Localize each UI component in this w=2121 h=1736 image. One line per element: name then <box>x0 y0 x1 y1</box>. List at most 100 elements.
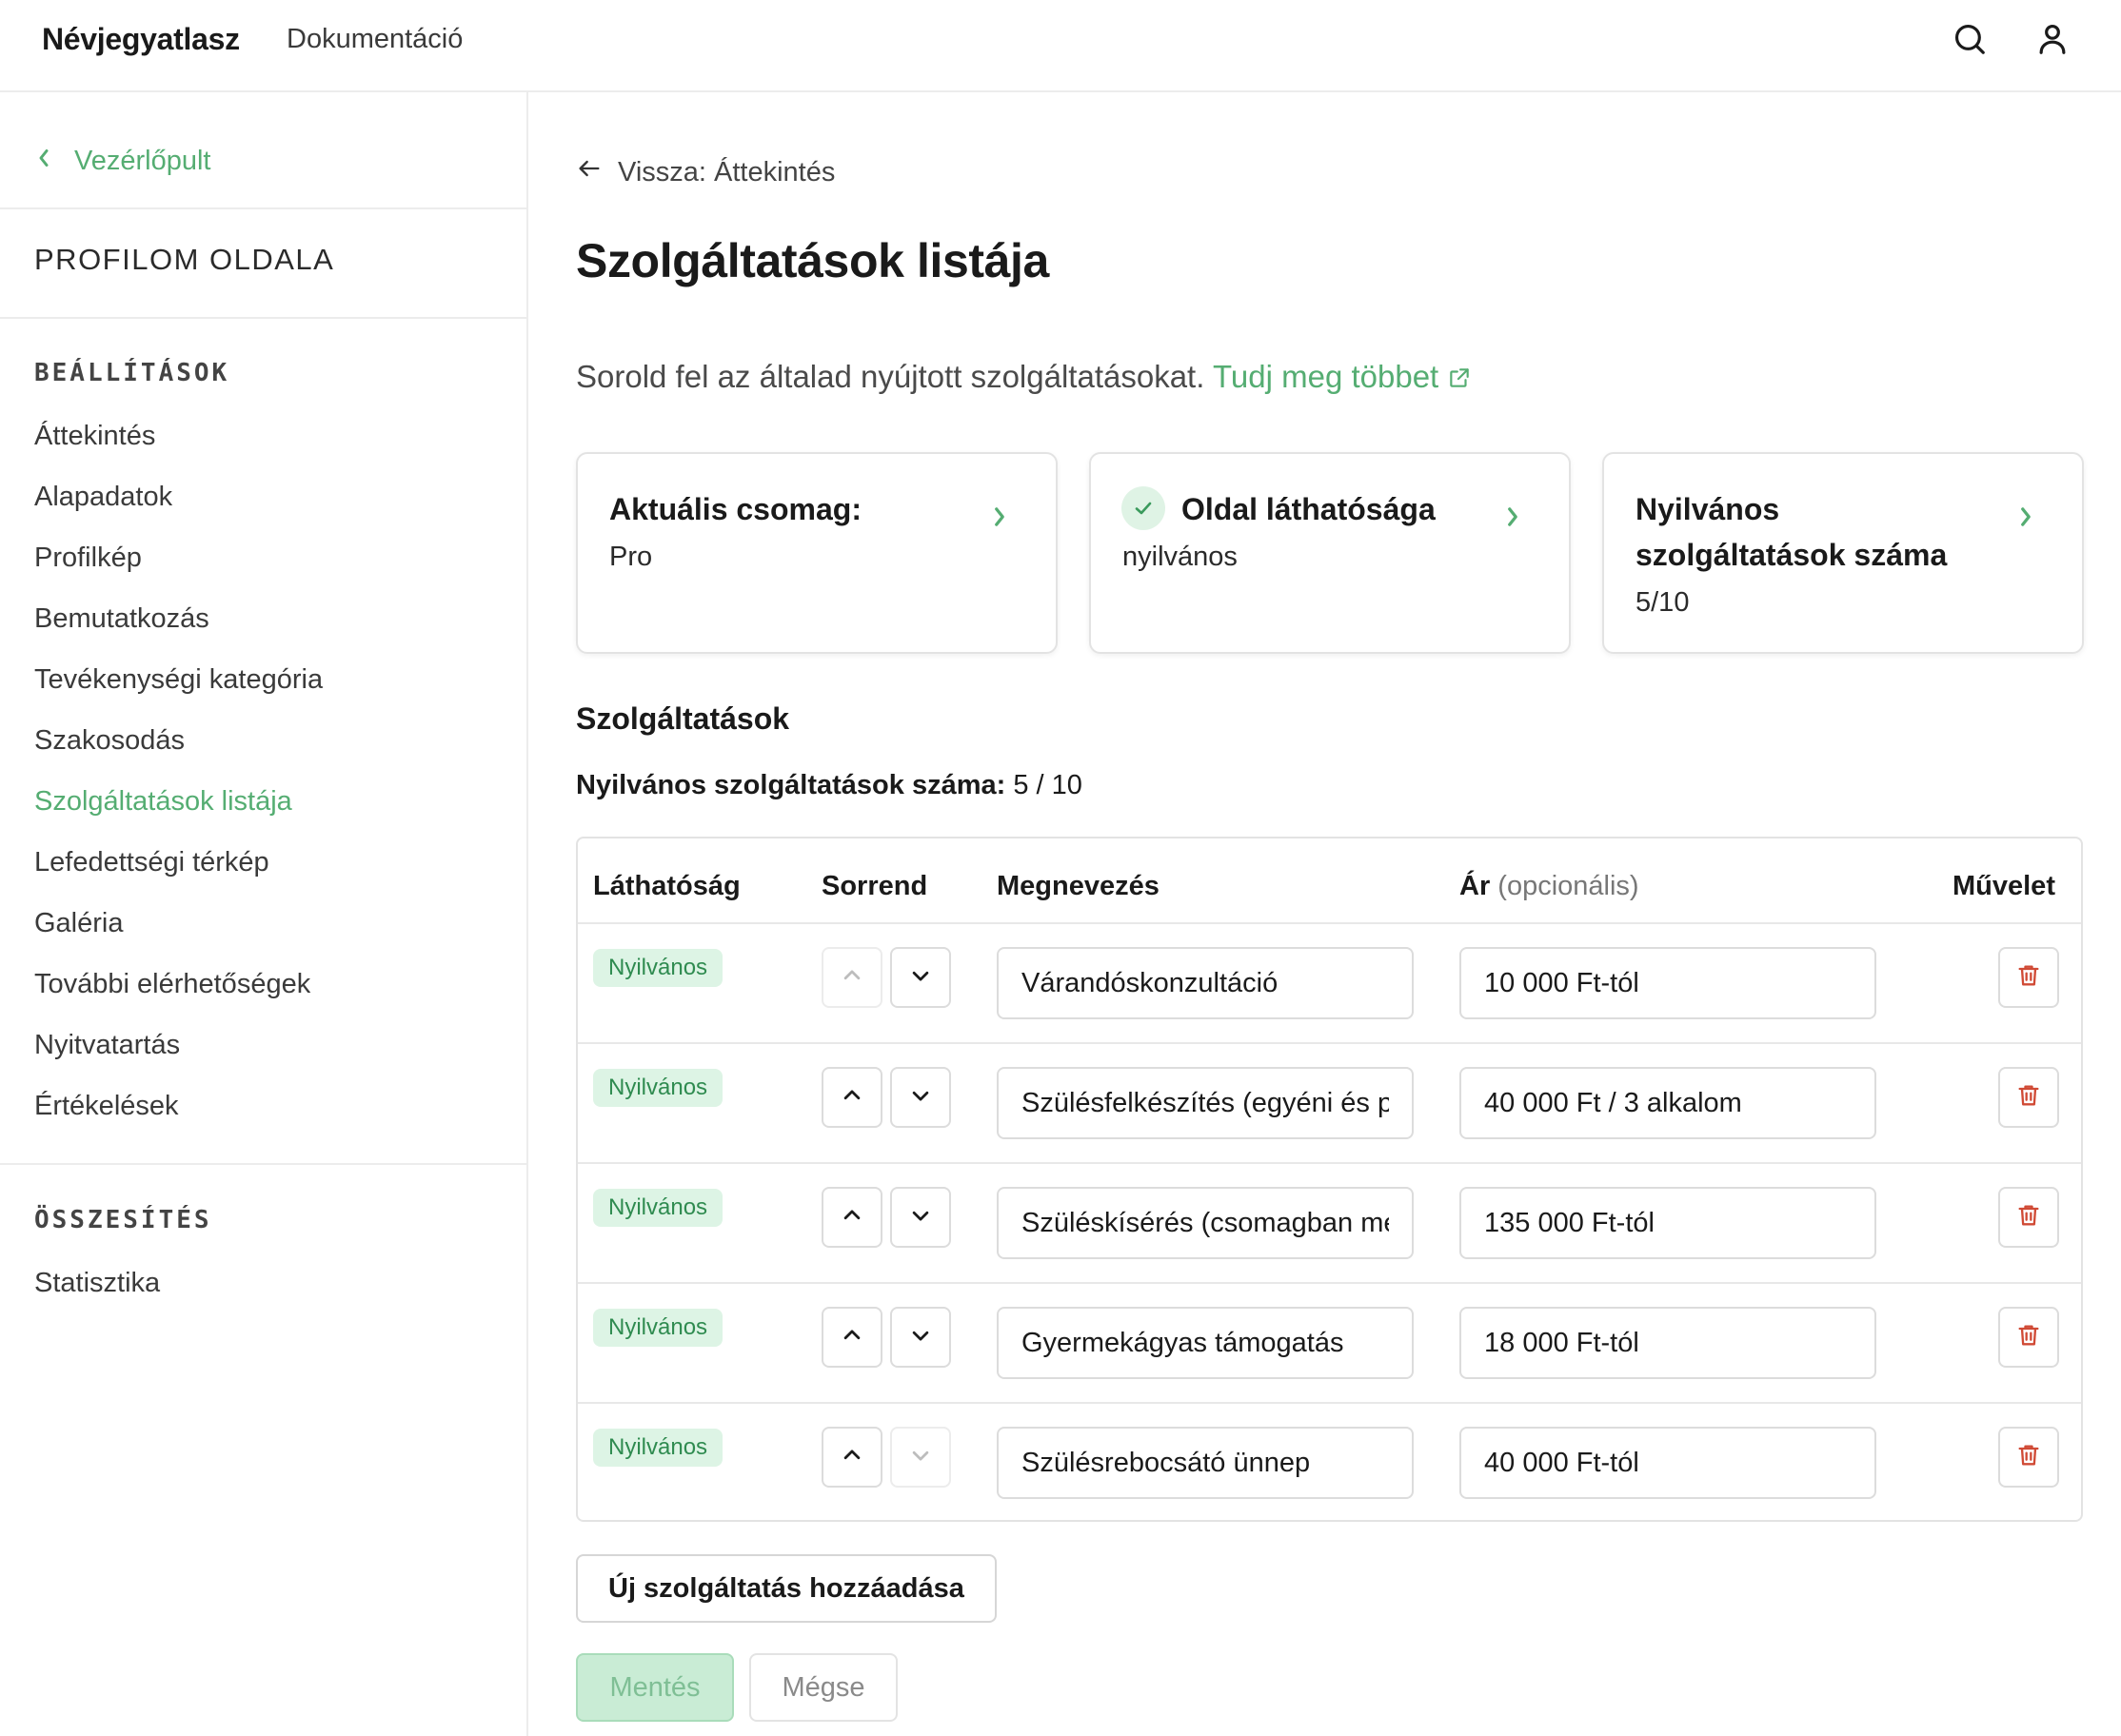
table-row: Nyilvános <box>578 1044 2081 1164</box>
service-price-input[interactable] <box>1459 1187 1876 1259</box>
sidebar-divider <box>0 207 526 209</box>
delete-button[interactable] <box>1998 1427 2059 1488</box>
sidebar-item-ertekelesek[interactable]: Értékelések <box>34 1088 179 1124</box>
trash-icon <box>2015 1322 2042 1353</box>
chevron-down-icon <box>910 1205 931 1231</box>
visibility-badge: Nyilvános <box>593 949 724 987</box>
sidebar-item-szolgaltatasok-listaja[interactable]: Szolgáltatások listája <box>34 783 292 819</box>
chevron-up-icon <box>842 1325 862 1351</box>
service-name-input[interactable] <box>997 947 1414 1019</box>
move-down-button[interactable] <box>890 1067 951 1128</box>
main-content: Vissza: Áttekintés Szolgáltatások listáj… <box>530 92 2121 1736</box>
nav-docs-link[interactable]: Dokumentáció <box>287 19 463 59</box>
service-name-input[interactable] <box>997 1067 1414 1139</box>
sidebar-item-profilkep[interactable]: Profilkép <box>34 540 142 576</box>
section-settings-heading: BEÁLLÍTÁSOK <box>34 359 230 387</box>
header-order: Sorrend <box>822 871 928 901</box>
move-up-button[interactable] <box>822 1307 882 1368</box>
trash-icon <box>2015 962 2042 994</box>
current-plan-card[interactable]: Aktuális csomag: Pro <box>576 452 1058 654</box>
intro-text: Sorold fel az általad nyújtott szolgálta… <box>576 359 1472 395</box>
sidebar-item-bemutatkozas[interactable]: Bemutatkozás <box>34 601 209 637</box>
sidebar-divider <box>0 1163 526 1165</box>
header-price: Ár (opcionális) <box>1459 871 1639 902</box>
move-up-button[interactable] <box>822 1427 882 1488</box>
sidebar-item-statisztika[interactable]: Statisztika <box>34 1265 160 1301</box>
back-to-overview-link[interactable]: Vissza: Áttekintés <box>576 155 835 189</box>
service-name-input[interactable] <box>997 1307 1414 1379</box>
search-icon[interactable] <box>1948 17 1992 61</box>
visibility-badge: Nyilvános <box>593 1189 724 1227</box>
chevron-up-icon <box>842 1205 862 1231</box>
public-services-count-title-line1: Nyilvános <box>1635 492 1780 526</box>
delete-button[interactable] <box>1998 947 2059 1008</box>
add-service-button[interactable]: Új szolgáltatás hozzáadása <box>576 1554 997 1623</box>
table-row: Nyilvános <box>578 1164 2081 1284</box>
chevron-up-icon <box>842 1445 862 1470</box>
section-summary-heading: ÖSSZESÍTÉS <box>34 1206 212 1234</box>
move-up-button[interactable] <box>822 1067 882 1128</box>
back-to-dashboard-label: Vezérlőpult <box>74 145 211 176</box>
visibility-badge: Nyilvános <box>593 1429 724 1467</box>
move-down-button[interactable] <box>890 1307 951 1368</box>
back-to-overview-label: Vissza: Áttekintés <box>618 156 836 187</box>
sidebar-item-tovabbi-elerhetosegek[interactable]: További elérhetőségek <box>34 966 310 1002</box>
services-section-title: Szolgáltatások <box>576 701 790 736</box>
move-down-button[interactable] <box>890 1187 951 1248</box>
service-price-input[interactable] <box>1459 1427 1876 1499</box>
save-button[interactable]: Mentés <box>576 1653 734 1722</box>
cancel-button[interactable]: Mégse <box>749 1653 898 1722</box>
service-name-input[interactable] <box>997 1427 1414 1499</box>
service-price-input[interactable] <box>1459 947 1876 1019</box>
current-plan-value: Pro <box>609 542 653 572</box>
sidebar-item-nyitvatartas[interactable]: Nyitvatartás <box>34 1027 180 1063</box>
delete-button[interactable] <box>1998 1307 2059 1368</box>
public-services-count-card[interactable]: Nyilvános szolgáltatások száma 5/10 <box>1602 452 2084 654</box>
trash-icon <box>2015 1442 2042 1473</box>
chevron-down-icon <box>910 1325 931 1351</box>
sidebar-item-tevekenysegi-kategoria[interactable]: Tevékenységi kategória <box>34 661 323 698</box>
move-up-button[interactable] <box>822 1187 882 1248</box>
visibility-badge: Nyilvános <box>593 1309 724 1347</box>
public-count-label: Nyilvános szolgáltatások száma: <box>576 770 1006 800</box>
learn-more-label: Tudj meg többet <box>1212 359 1439 394</box>
header-action: Művelet <box>1953 871 2055 901</box>
arrow-left-icon <box>576 155 603 189</box>
page-title: Szolgáltatások listája <box>576 234 1049 287</box>
current-plan-title: Aktuális csomag: <box>609 492 862 526</box>
table-row: Nyilvános <box>578 1404 2081 1524</box>
delete-button[interactable] <box>1998 1187 2059 1248</box>
sidebar-divider <box>0 317 526 319</box>
sidebar-item-lefedettsegi-terkep[interactable]: Lefedettségi térkép <box>34 844 269 880</box>
user-icon[interactable] <box>2031 17 2074 61</box>
chevron-left-icon <box>34 146 53 177</box>
chevron-down-icon <box>910 1445 931 1470</box>
chevron-right-icon <box>2017 504 2034 534</box>
learn-more-link[interactable]: Tudj meg többet <box>1213 359 1472 394</box>
chevron-down-icon <box>910 965 931 991</box>
visibility-badge: Nyilvános <box>593 1069 724 1107</box>
sidebar-item-alapadatok[interactable]: Alapadatok <box>34 479 172 515</box>
delete-button[interactable] <box>1998 1067 2059 1128</box>
sidebar-item-szakosodas[interactable]: Szakosodás <box>34 722 185 759</box>
page-visibility-card[interactable]: Oldal láthatósága nyilvános <box>1089 452 1571 654</box>
move-up-button[interactable] <box>822 947 882 1008</box>
service-price-input[interactable] <box>1459 1067 1876 1139</box>
back-to-dashboard-link[interactable]: Vezérlőpult <box>34 142 211 180</box>
service-price-input[interactable] <box>1459 1307 1876 1379</box>
sidebar: Vezérlőpult PROFILOM OLDALA BEÁLLÍTÁSOK … <box>0 92 528 1736</box>
trash-icon <box>2015 1082 2042 1114</box>
header-price-optional: (opcionális) <box>1497 871 1639 901</box>
table-row: Nyilvános <box>578 1284 2081 1404</box>
move-down-button[interactable] <box>890 947 951 1008</box>
public-count-line: Nyilvános szolgáltatások száma: 5 / 10 <box>576 770 1082 801</box>
top-bar: Névjegyatlasz Dokumentáció <box>0 0 2121 92</box>
service-name-input[interactable] <box>997 1187 1414 1259</box>
brand-logo[interactable]: Névjegyatlasz <box>42 19 240 59</box>
move-down-button[interactable] <box>890 1427 951 1488</box>
trash-icon <box>2015 1202 2042 1233</box>
chevron-right-icon <box>1504 504 1521 534</box>
sidebar-item-galeria[interactable]: Galéria <box>34 905 124 941</box>
sidebar-item-attekintes[interactable]: Áttekintés <box>34 418 155 454</box>
intro-description: Sorold fel az általad nyújtott szolgálta… <box>576 359 1205 394</box>
